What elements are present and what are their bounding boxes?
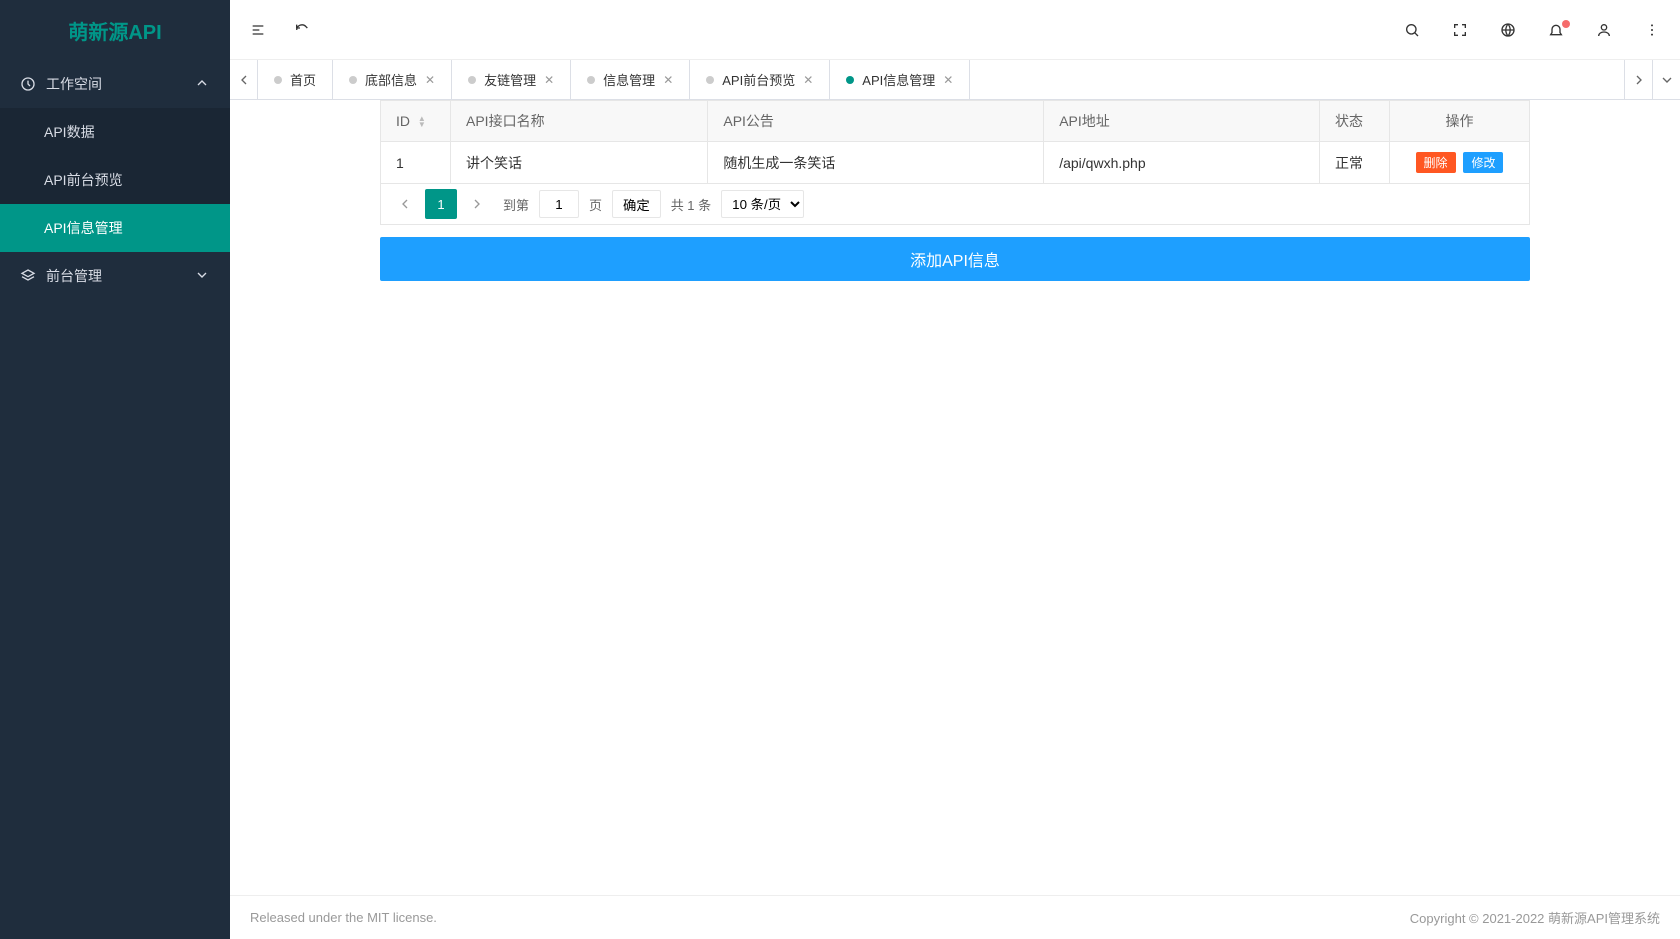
layers-icon — [20, 268, 36, 284]
sidebar-item-api-data[interactable]: API数据 — [0, 108, 230, 156]
close-icon[interactable]: ✕ — [943, 73, 953, 87]
page-size-select[interactable]: 10 条/页 — [721, 190, 804, 218]
cell-actions: 删除 修改 — [1390, 142, 1530, 184]
table-row: 1 讲个笑话 随机生成一条笑话 /api/qwxh.php 正常 删除 修改 — [381, 142, 1530, 184]
dashboard-icon — [20, 76, 36, 92]
sort-icon: ▲▼ — [418, 116, 426, 128]
close-icon[interactable]: ✕ — [544, 73, 554, 87]
tab[interactable]: 友链管理 ✕ — [452, 60, 571, 99]
menu-toggle-icon[interactable] — [250, 22, 266, 38]
sidebar-group-workspace[interactable]: 工作空间 — [0, 60, 230, 108]
chevron-up-icon — [194, 75, 210, 94]
close-icon[interactable]: ✕ — [803, 73, 813, 87]
goto-prefix: 到第 — [497, 195, 535, 214]
topbar — [230, 0, 1680, 60]
sidebar-item-api-info[interactable]: API信息管理 — [0, 204, 230, 252]
cell-id: 1 — [381, 142, 451, 184]
tab-label: 信息管理 — [603, 70, 655, 89]
goto-confirm-button[interactable]: 确定 — [612, 190, 661, 218]
goto-suffix: 页 — [583, 195, 608, 214]
add-api-button[interactable]: 添加API信息 — [380, 237, 1530, 281]
col-status: 状态 — [1320, 101, 1390, 142]
sidebar-item-label: API前台预览 — [44, 170, 123, 190]
col-id[interactable]: ID ▲▼ — [381, 101, 451, 142]
notification-dot — [1562, 20, 1570, 28]
tab-label: 首页 — [290, 70, 316, 89]
sidebar: 萌新源API 工作空间 API数据 API前台预览 API信息管理 前台管理 — [0, 0, 230, 939]
tab-dot-icon — [706, 76, 714, 84]
tabs-scroll-right[interactable] — [1624, 60, 1652, 99]
close-icon[interactable]: ✕ — [663, 73, 673, 87]
delete-button[interactable]: 删除 — [1416, 152, 1456, 173]
footer: Released under the MIT license. Copyrigh… — [230, 895, 1680, 939]
tab[interactable]: API前台预览 ✕ — [690, 60, 830, 99]
search-icon[interactable] — [1404, 22, 1420, 38]
tabs-dropdown[interactable] — [1652, 60, 1680, 99]
sidebar-group-frontend[interactable]: 前台管理 — [0, 252, 230, 300]
cell-notice: 随机生成一条笑话 — [708, 142, 1044, 184]
refresh-icon[interactable] — [294, 22, 310, 38]
fullscreen-icon[interactable] — [1452, 22, 1468, 38]
pagination: 1 到第 页 确定 共 1 条 10 条/页 — [380, 184, 1530, 225]
close-icon[interactable]: ✕ — [425, 73, 435, 87]
sidebar-item-label: API信息管理 — [44, 218, 123, 238]
cell-addr: /api/qwxh.php — [1044, 142, 1320, 184]
tab[interactable]: 首页 — [258, 60, 333, 99]
col-name: API接口名称 — [451, 101, 708, 142]
page-total: 共 1 条 — [665, 195, 717, 214]
cell-name: 讲个笑话 — [451, 142, 708, 184]
page-prev[interactable] — [389, 189, 421, 219]
tab[interactable]: API信息管理 ✕ — [830, 60, 970, 99]
sidebar-group-label: 前台管理 — [46, 266, 102, 286]
tab-dot-icon — [274, 76, 282, 84]
brand-logo: 萌新源API — [0, 0, 230, 60]
tab-label: API信息管理 — [862, 70, 935, 89]
cell-status: 正常 — [1320, 142, 1390, 184]
page-number[interactable]: 1 — [425, 189, 457, 219]
goto-input[interactable] — [539, 190, 579, 218]
tabs-bar: 首页 底部信息 ✕ 友链管理 ✕ 信息管理 ✕ API前台预览 ✕ API信息管理 ✕ — [230, 60, 1680, 100]
chevron-down-icon — [194, 267, 210, 286]
tab[interactable]: 底部信息 ✕ — [333, 60, 452, 99]
tab-label: 友链管理 — [484, 70, 536, 89]
col-action: 操作 — [1390, 101, 1530, 142]
col-addr: API地址 — [1044, 101, 1320, 142]
notification-icon[interactable] — [1548, 22, 1564, 38]
col-notice: API公告 — [708, 101, 1044, 142]
tab-dot-icon — [349, 76, 357, 84]
main-area: 首页 底部信息 ✕ 友链管理 ✕ 信息管理 ✕ API前台预览 ✕ API信息管理 ✕ ID ▲▼ — [230, 0, 1680, 939]
tab-label: API前台预览 — [722, 70, 795, 89]
tab-dot-icon — [587, 76, 595, 84]
sidebar-item-label: API数据 — [44, 122, 95, 142]
footer-copyright: Copyright © 2021-2022 — [1410, 911, 1548, 926]
tabs-scroll-left[interactable] — [230, 60, 258, 99]
globe-icon[interactable] — [1500, 22, 1516, 38]
sidebar-group-label: 工作空间 — [46, 74, 102, 94]
footer-link[interactable]: 萌新源API管理系统 — [1548, 911, 1660, 926]
more-icon[interactable] — [1644, 22, 1660, 38]
api-table: ID ▲▼ API接口名称 API公告 API地址 状态 操作 1 — [380, 100, 1530, 184]
sidebar-item-api-preview[interactable]: API前台预览 — [0, 156, 230, 204]
tab[interactable]: 信息管理 ✕ — [571, 60, 690, 99]
tab-dot-icon — [846, 76, 854, 84]
page-next[interactable] — [461, 189, 493, 219]
edit-button[interactable]: 修改 — [1463, 152, 1503, 173]
tab-dot-icon — [468, 76, 476, 84]
footer-left: Released under the MIT license. — [250, 910, 437, 925]
tab-label: 底部信息 — [365, 70, 417, 89]
content: ID ▲▼ API接口名称 API公告 API地址 状态 操作 1 — [230, 100, 1680, 939]
user-icon[interactable] — [1596, 22, 1612, 38]
